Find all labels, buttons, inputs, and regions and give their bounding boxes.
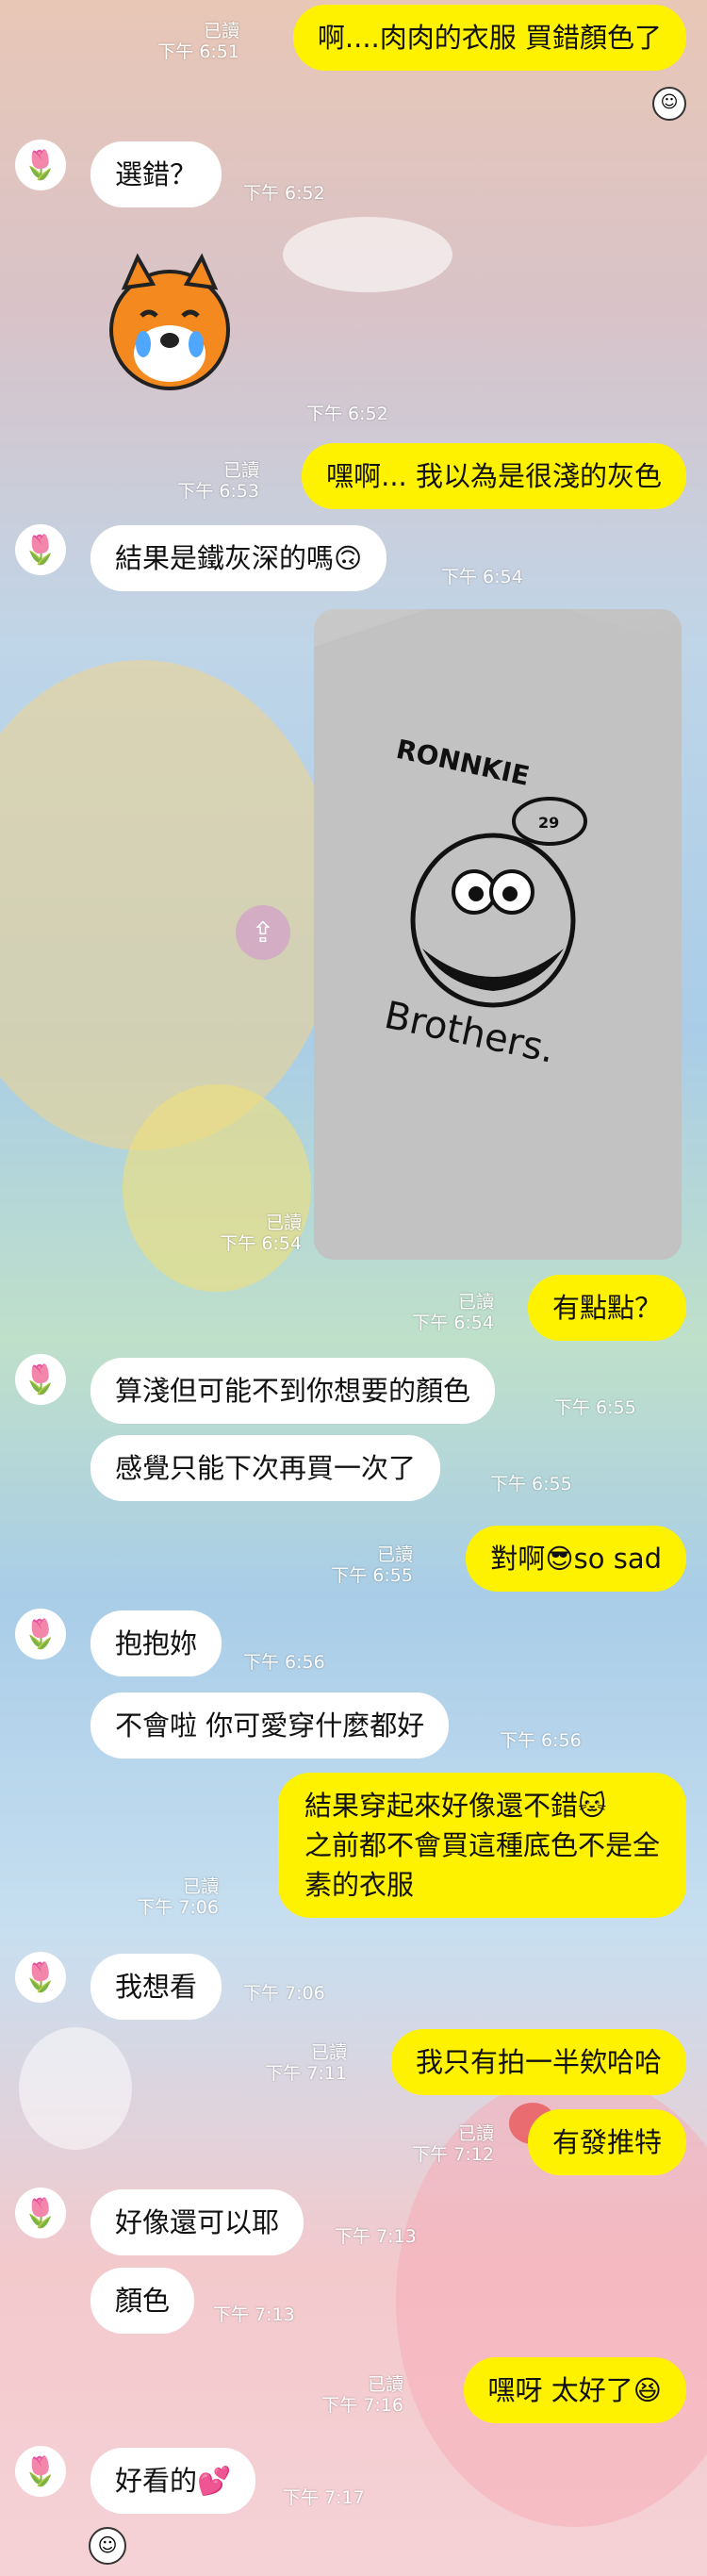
sticker-icon[interactable]: ☺ bbox=[89, 2527, 126, 2565]
message-bubble[interactable]: 有發推特 bbox=[527, 2109, 686, 2175]
tshirt-print-image: RONNKIE 29 Brothers. bbox=[314, 609, 682, 1260]
message-time: 下午 6:54 bbox=[441, 567, 523, 587]
message-meta: 已讀 下午 6:51 bbox=[157, 21, 239, 62]
message-meta: 已讀 下午 6:54 bbox=[220, 1213, 302, 1254]
message-time: 下午 6:55 bbox=[554, 1397, 636, 1418]
message-bubble[interactable]: 感覺只能下次再買一次了 bbox=[90, 1435, 441, 1501]
message-meta: 已讀 下午 6:55 bbox=[331, 1544, 413, 1586]
message-meta: 已讀 下午 6:53 bbox=[177, 460, 259, 502]
message-bubble[interactable]: 好看的💕 bbox=[90, 2448, 256, 2514]
message-bubble[interactable]: 我想看 bbox=[90, 1954, 222, 2020]
message-meta: 已讀 下午 7:11 bbox=[265, 2042, 347, 2084]
avatar[interactable]: 🌷 bbox=[15, 140, 66, 190]
chat-screen: 啊....肉肉的衣服 買錯顏色了 已讀 下午 6:51 ☺ 🌷 選錯？ 下午 6:… bbox=[0, 0, 707, 2576]
message-meta: 已讀 下午 7:16 bbox=[321, 2374, 403, 2416]
message-meta: 已讀 下午 7:06 bbox=[137, 1876, 219, 1918]
message-time: 下午 6:52 bbox=[306, 404, 388, 424]
message-time: 下午 7:06 bbox=[243, 1983, 325, 2004]
crying-hamster-sticker[interactable] bbox=[104, 250, 236, 391]
message-bubble[interactable]: 選錯？ bbox=[90, 141, 222, 207]
background-character bbox=[0, 660, 339, 1150]
background-character-shirt bbox=[123, 1084, 311, 1292]
message-time: 下午 6:55 bbox=[490, 1474, 572, 1494]
message-time: 下午 7:13 bbox=[213, 2304, 295, 2325]
message-meta: 已讀 下午 6:54 bbox=[412, 1292, 494, 1333]
message-time: 下午 7:17 bbox=[283, 2487, 365, 2508]
message-line: 之前都不會買這種底色不是全 bbox=[304, 1829, 660, 1861]
message-bubble[interactable]: 嘿啊... 我以為是很淺的灰色 bbox=[302, 443, 686, 509]
message-time: 下午 6:56 bbox=[500, 1730, 582, 1751]
avatar[interactable]: 🌷 bbox=[15, 524, 66, 575]
message-meta: 已讀 下午 7:12 bbox=[412, 2123, 494, 2165]
message-bubble[interactable]: 有點點？ bbox=[527, 1275, 686, 1341]
message-line: 結果穿起來好像還不錯🐱 bbox=[304, 1790, 607, 1822]
avatar[interactable]: 🌷 bbox=[15, 2446, 66, 2497]
message-bubble[interactable]: 顏色 bbox=[90, 2268, 195, 2334]
background-cloud bbox=[283, 217, 452, 292]
message-bubble[interactable]: 嘿呀 太好了😆 bbox=[463, 2357, 686, 2423]
message-bubble[interactable]: 結果是鐵灰深的嗎🙃 bbox=[90, 525, 387, 591]
message-bubble[interactable]: 對啊😎so sad bbox=[466, 1526, 686, 1592]
message-bubble[interactable]: 算淺但可能不到你想要的顏色 bbox=[90, 1358, 496, 1424]
message-time: 下午 6:56 bbox=[243, 1652, 325, 1673]
message-bubble[interactable]: 啊....肉肉的衣服 買錯顏色了 bbox=[292, 5, 686, 71]
background-cloud bbox=[19, 2027, 132, 2150]
message-bubble[interactable]: 結果穿起來好像還不錯🐱 之前都不會買這種底色不是全 素的衣服 bbox=[277, 1773, 686, 1918]
message-bubble[interactable]: 我只有拍一半欸哈哈 bbox=[390, 2029, 686, 2095]
avatar[interactable]: 🌷 bbox=[15, 1952, 66, 2003]
avatar[interactable]: 🌷 bbox=[15, 1354, 66, 1405]
photo-message[interactable]: RONNKIE 29 Brothers. bbox=[314, 609, 682, 1260]
avatar[interactable]: 🌷 bbox=[15, 1609, 66, 1660]
sticker-icon[interactable]: ☺ bbox=[652, 87, 686, 121]
cap-number: 29 bbox=[538, 814, 559, 832]
avatar[interactable]: 🌷 bbox=[15, 2188, 66, 2238]
message-bubble[interactable]: 抱抱妳 bbox=[90, 1610, 222, 1676]
message-time: 下午 6:52 bbox=[243, 183, 325, 204]
message-bubble[interactable]: 不會啦 你可愛穿什麼都好 bbox=[90, 1693, 450, 1759]
message-line: 素的衣服 bbox=[304, 1869, 414, 1901]
message-time: 下午 7:13 bbox=[335, 2226, 417, 2247]
share-icon[interactable]: ⇪ bbox=[236, 905, 290, 960]
message-bubble[interactable]: 好像還可以耶 bbox=[90, 2189, 304, 2255]
